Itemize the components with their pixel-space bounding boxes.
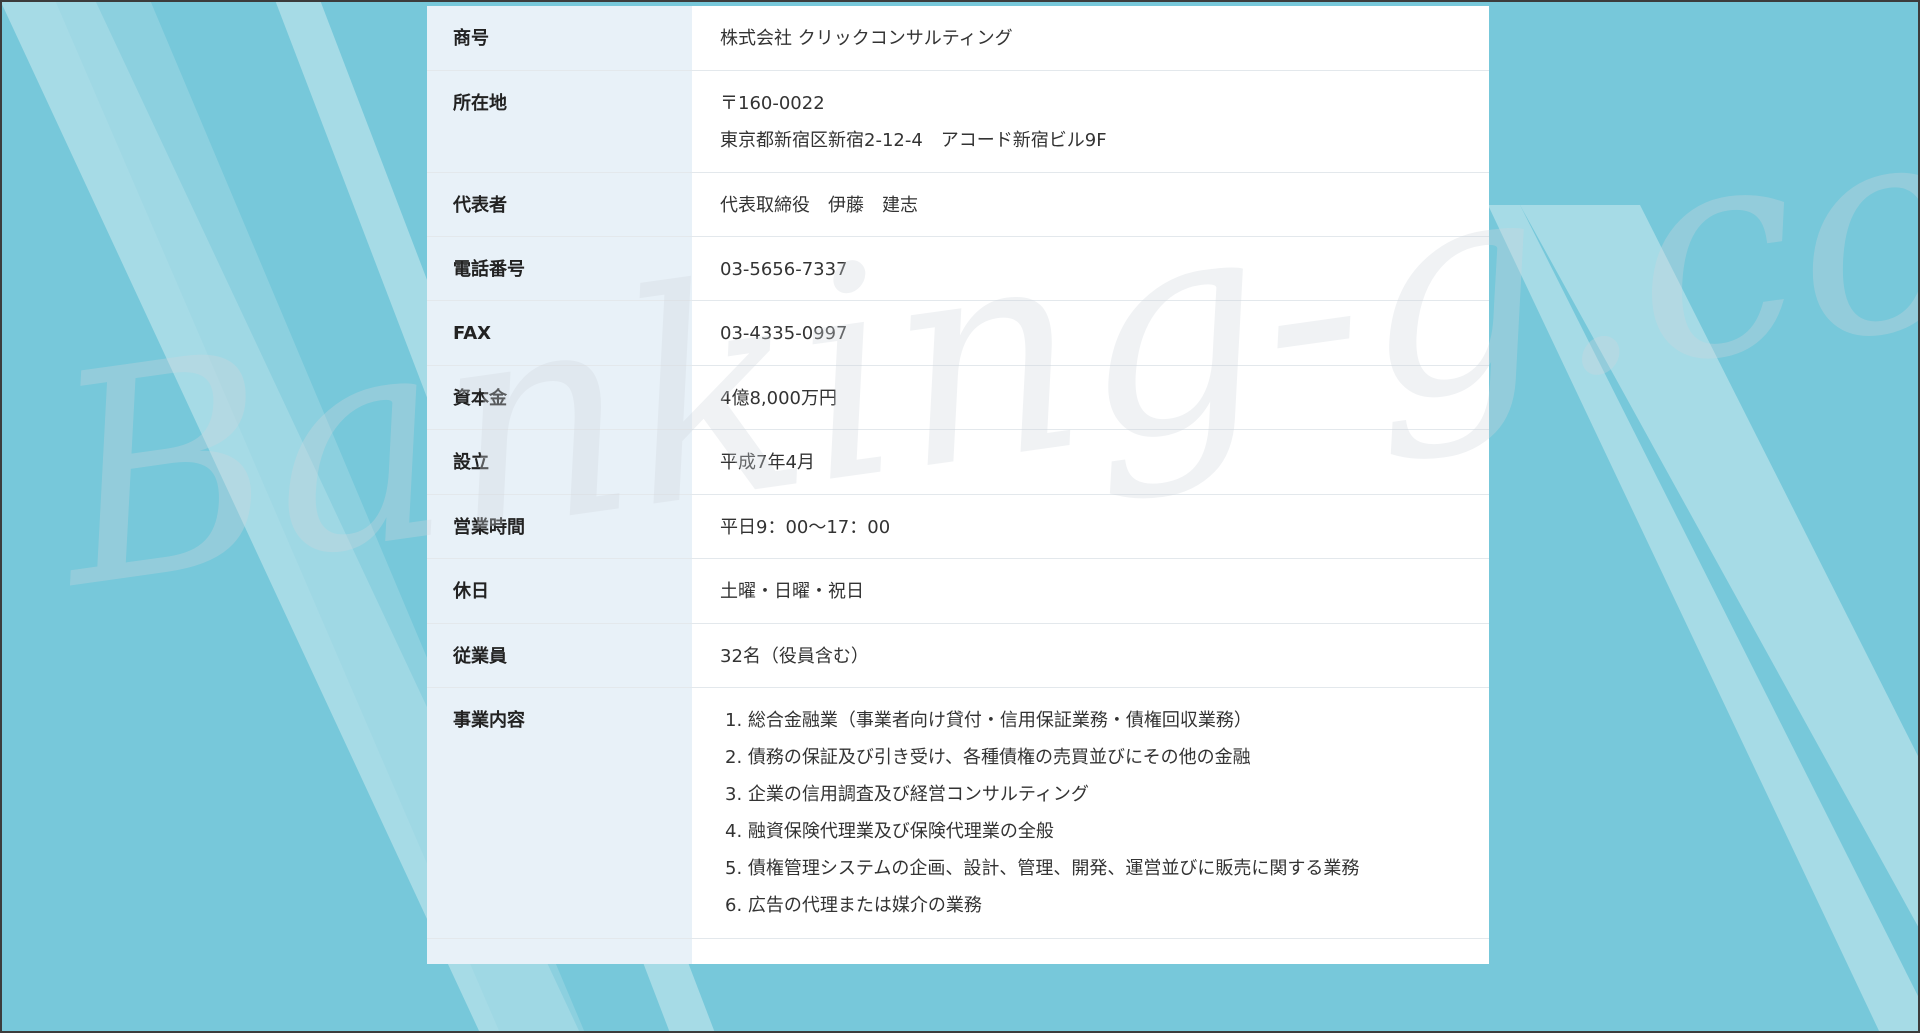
- business-hours: 平日9：00〜17：00: [720, 517, 891, 538]
- info-row-capital: 資本金 4億8,000万円: [427, 366, 1489, 430]
- row-label: FAX: [453, 323, 492, 344]
- info-row-representative: 代表者 代表取締役 伊藤 建志: [427, 173, 1489, 237]
- row-value: 土曜・日曜・祝日: [692, 559, 1489, 623]
- info-row-address: 所在地 〒160-0022 東京都新宿区新宿2-12-4 アコード新宿ビル9F: [427, 71, 1489, 173]
- info-row-employees: 従業員 32名（役員含む）: [427, 624, 1489, 688]
- street-address: 東京都新宿区新宿2-12-4 アコード新宿ビル9F: [720, 130, 1107, 151]
- row-value: 〒160-0022 東京都新宿区新宿2-12-4 アコード新宿ビル9F: [692, 71, 1489, 172]
- business-list: 1. 総合金融業（事業者向け貸付・信用保証業務・債権回収業務） 2. 債務の保証…: [720, 708, 1489, 919]
- row-value: 03-5656-7337: [692, 237, 1489, 300]
- info-row-phone: 電話番号 03-5656-7337: [427, 237, 1489, 301]
- row-value: 株式会社 クリックコンサルティング: [692, 6, 1489, 70]
- company-info-table: 商号 株式会社 クリックコンサルティング 所在地 〒160-0022 東京都新宿…: [427, 6, 1489, 964]
- info-row-business-content: 事業内容 1. 総合金融業（事業者向け貸付・信用保証業務・債権回収業務） 2. …: [427, 688, 1489, 939]
- row-value: 1. 総合金融業（事業者向け貸付・信用保証業務・債権回収業務） 2. 債務の保証…: [692, 688, 1489, 938]
- info-row-fax: FAX 03-4335-0997: [427, 301, 1489, 366]
- list-item: 2. 債務の保証及び引き受け、各種債権の売買並びにその他の金融: [725, 747, 1251, 768]
- row-label: 所在地: [453, 93, 507, 114]
- row-label: 資本金: [453, 388, 507, 409]
- representative: 代表取締役 伊藤 建志: [720, 195, 918, 216]
- list-item: 4. 融資保険代理業及び保険代理業の全般: [725, 821, 1054, 842]
- row-label: 事業内容: [453, 710, 525, 731]
- row-value: 03-4335-0997: [692, 301, 1489, 365]
- row-label: 営業時間: [453, 517, 525, 538]
- row-value: 代表取締役 伊藤 建志: [692, 173, 1489, 236]
- employee-count: 32名（役員含む）: [720, 646, 869, 667]
- row-value: 4億8,000万円: [692, 366, 1489, 429]
- holidays: 土曜・日曜・祝日: [720, 581, 864, 602]
- info-row-company-name: 商号 株式会社 クリックコンサルティング: [427, 6, 1489, 71]
- row-label: 設立: [453, 452, 489, 473]
- info-row-holidays: 休日 土曜・日曜・祝日: [427, 559, 1489, 624]
- row-label: 休日: [453, 581, 489, 602]
- list-item: 5. 債権管理システムの企画、設計、管理、開発、運営並びに販売に関する業務: [725, 858, 1360, 879]
- established-date: 平成7年4月: [720, 452, 815, 473]
- list-item: 1. 総合金融業（事業者向け貸付・信用保証業務・債権回収業務）: [725, 710, 1252, 731]
- list-item: 6. 広告の代理または媒介の業務: [725, 895, 982, 916]
- row-value: 平日9：00〜17：00: [692, 495, 1489, 558]
- row-label: 電話番号: [453, 259, 525, 280]
- row-label: 従業員: [453, 646, 507, 667]
- info-row-established: 設立 平成7年4月: [427, 430, 1489, 495]
- phone-number: 03-5656-7337: [720, 259, 848, 280]
- postal-code: 〒160-0022: [720, 93, 825, 114]
- info-row-business-hours: 営業時間 平日9：00〜17：00: [427, 495, 1489, 559]
- list-item: 3. 企業の信用調査及び経営コンサルティング: [725, 784, 1089, 805]
- capital: 4億8,000万円: [720, 388, 837, 409]
- fax-number: 03-4335-0997: [720, 323, 848, 344]
- row-label: 代表者: [453, 195, 507, 216]
- row-value: 32名（役員含む）: [692, 624, 1489, 687]
- row-label: 商号: [453, 28, 489, 49]
- company-name: 株式会社 クリックコンサルティング: [720, 28, 1013, 49]
- row-value: 平成7年4月: [692, 430, 1489, 494]
